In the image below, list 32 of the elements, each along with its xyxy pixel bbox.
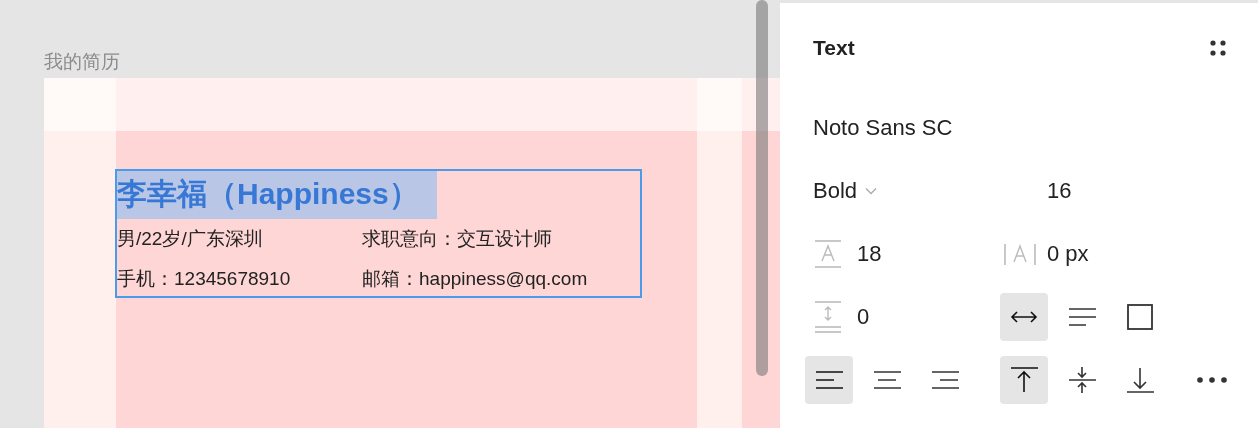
line-height-icon [813, 239, 843, 268]
scrollbar[interactable] [756, 0, 768, 376]
chevron-icon [865, 186, 878, 195]
align-left-icon [815, 369, 843, 390]
styles-icon[interactable] [1208, 38, 1228, 58]
name-heading: 李幸福（Happiness） [117, 171, 437, 219]
more-icon[interactable] [1196, 375, 1228, 384]
square-icon [1127, 303, 1153, 330]
paragraph-spacing-field[interactable]: 0 [857, 303, 870, 330]
font-size-field[interactable]: 16 [1047, 177, 1072, 204]
frame-label: 我的简历 [44, 50, 120, 74]
text-layer[interactable]: 李幸福（Happiness） 男/22岁/广东深圳 求职意向：交互设计师 手机：12345678910 邮箱：happiness@qq.com [115, 169, 642, 298]
horizontal-arrows-icon [1010, 309, 1038, 324]
font-family-dropdown[interactable]: Noto Sans SC [813, 114, 953, 141]
font-weight-dropdown[interactable]: Bold [813, 177, 858, 204]
align-right-icon [931, 369, 959, 390]
align-top-icon [1010, 365, 1038, 394]
align-middle-icon [1068, 365, 1096, 394]
align-center-icon [873, 369, 901, 390]
lines-icon [1068, 306, 1096, 327]
align-bottom-icon [1126, 365, 1154, 394]
info-text: 男/22岁/广东深圳 [117, 227, 264, 251]
align-top-button[interactable] [1000, 355, 1048, 404]
letter-spacing-field[interactable]: 0 px [1047, 240, 1089, 267]
info-text: 手机：12345678910 [117, 267, 292, 291]
info-text: 邮箱：happiness@qq.com [362, 267, 588, 291]
line-height-field[interactable]: 18 [857, 240, 882, 267]
info-text: 求职意向：交互设计师 [362, 227, 552, 251]
paragraph-spacing-icon [813, 300, 843, 333]
align-left-button[interactable] [805, 355, 853, 404]
auto-width-button[interactable] [1000, 292, 1048, 341]
panel-title: Text [813, 36, 855, 60]
